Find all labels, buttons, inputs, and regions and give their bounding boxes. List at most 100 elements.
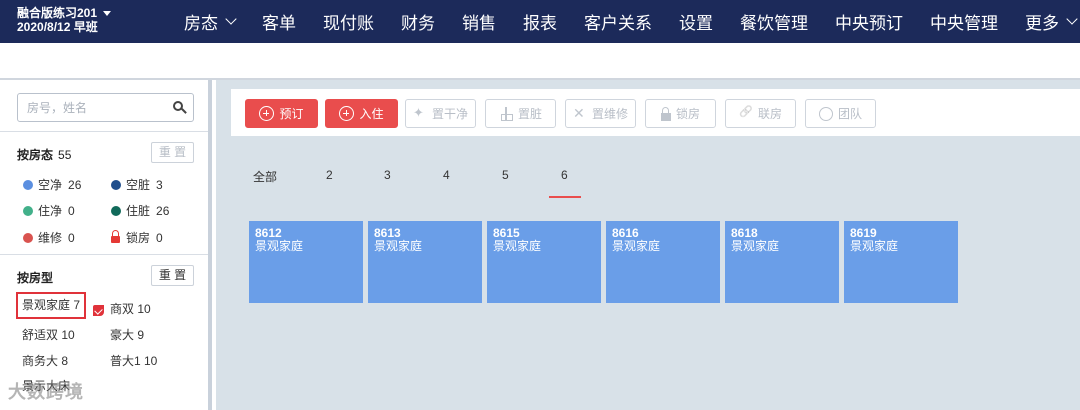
status-label: 住脏	[126, 204, 151, 218]
toolbar-button[interactable]: 团队	[805, 99, 876, 128]
toolbar-button-label: 置干净	[431, 107, 468, 121]
room-type-filter-item[interactable]: 景观家庭 7	[16, 292, 87, 319]
active-tab-indicator	[549, 196, 581, 198]
nav-item[interactable]: 现付账	[323, 9, 374, 34]
watermark: 大数跨境	[8, 382, 84, 402]
sub-header-band	[0, 43, 1080, 80]
toolbar-button-label: 锁房	[675, 107, 700, 121]
nav-item-label: 报表	[523, 14, 557, 33]
room-type-filter-item[interactable]: 商双 10	[110, 300, 151, 317]
nav-item[interactable]: 餐饮管理	[740, 9, 808, 34]
nav-item[interactable]: 报表	[523, 9, 557, 34]
nav-item[interactable]: 中央管理	[930, 9, 998, 34]
room-type: 景观家庭	[731, 239, 780, 253]
nav-item[interactable]: 销售	[462, 9, 496, 34]
nav-item[interactable]: 房态	[184, 9, 237, 34]
toolbar-button[interactable]: 置维修	[565, 99, 636, 128]
status-filter-item[interactable]: 空净 26	[23, 176, 81, 193]
nav-item[interactable]: 客户关系	[584, 9, 652, 34]
sparkle-icon	[413, 105, 427, 121]
room-type-filter-item[interactable]: 豪大 9	[110, 326, 144, 343]
nav-item[interactable]: 更多	[1025, 9, 1078, 34]
floor-tab[interactable]: 2	[326, 168, 333, 182]
toolbar-button[interactable]: 锁房	[645, 99, 716, 128]
search-input[interactable]	[18, 94, 158, 121]
status-dot-icon	[23, 205, 33, 216]
toolbar-button[interactable]: 置干净	[405, 99, 476, 128]
floor-tab[interactable]: 5	[502, 168, 509, 182]
floor-tab[interactable]: 3	[384, 168, 391, 182]
chevron-down-icon	[225, 13, 237, 25]
status-label: 空脏	[126, 178, 151, 192]
room-type: 景观家庭	[493, 239, 542, 253]
room-search-box[interactable]	[17, 93, 194, 122]
room-card[interactable]: 8618 景观家庭	[725, 221, 839, 303]
nav-item-label: 中央管理	[930, 14, 998, 33]
nav-item-label: 客单	[262, 14, 296, 33]
room-status-main: 预订 入住 置干净 置脏 置维修 锁房 联房 团队 全部 2 3 4 5 6 8612景观家庭8613景…	[216, 80, 1080, 410]
room-card[interactable]: 8613 景观家庭	[368, 221, 482, 303]
status-filter-label: 按房态	[17, 148, 54, 162]
status-dot-icon	[23, 179, 33, 190]
toolbar-button-label: 团队	[837, 107, 862, 121]
room-type: 景观家庭	[255, 239, 304, 253]
toolbar-button-label: 置脏	[517, 107, 542, 121]
floor-tab[interactable]: 4	[443, 168, 450, 182]
nav-item[interactable]: 中央预订	[835, 9, 903, 34]
status-filter-item[interactable]: 维修 0	[23, 229, 75, 246]
status-filter-item[interactable]: 住脏 26	[111, 202, 169, 219]
room-type-filter-item[interactable]: 舒适双 10	[22, 326, 75, 343]
divider	[0, 254, 208, 255]
tools-icon	[573, 105, 587, 122]
nav-item[interactable]: 客单	[262, 9, 296, 34]
floor-tab[interactable]: 6	[561, 168, 568, 182]
toolbar-button[interactable]: 联房	[725, 99, 796, 128]
room-type: 景观家庭	[374, 239, 423, 253]
status-filter-item[interactable]: 锁房 0	[111, 229, 163, 246]
nav-item-label: 现付账	[323, 14, 374, 33]
type-filter-title: 按房型	[17, 271, 54, 285]
status-label: 空净	[38, 178, 63, 192]
top-nav-bar: 融合版练习201 2020/8/12 早班 房态 客单 现付账 财务 销售 报表 客户关系 设…	[0, 0, 1080, 43]
search-icon[interactable]	[173, 101, 183, 111]
status-filter-item[interactable]: 住净 0	[23, 202, 75, 219]
nav-item[interactable]: 财务	[401, 9, 435, 34]
circle-plus-icon	[259, 106, 275, 121]
room-card[interactable]: 8616 景观家庭	[606, 221, 720, 303]
link-icon	[739, 107, 753, 121]
room-card[interactable]: 8619 景观家庭	[844, 221, 958, 303]
nav-item-label: 财务	[401, 14, 435, 33]
status-count: 3	[156, 177, 163, 192]
nav-item-label: 销售	[462, 14, 496, 33]
broom-icon	[500, 106, 513, 121]
room-card[interactable]: 8615 景观家庭	[487, 221, 601, 303]
hotel-selector[interactable]: 融合版练习201 2020/8/12 早班	[17, 6, 112, 34]
nav-item-label: 餐饮管理	[740, 14, 808, 33]
status-filter-item[interactable]: 空脏 3	[111, 176, 163, 193]
action-toolbar: 预订 入住 置干净 置脏 置维修 锁房 联房 团队	[231, 89, 1080, 136]
toolbar-button-label: 预订	[279, 107, 304, 121]
room-type-filter-item[interactable]: 商务大 8	[22, 352, 68, 369]
room-type: 景观家庭	[612, 239, 661, 253]
toolbar-button[interactable]: 入住	[325, 99, 398, 128]
floor-tab[interactable]: 全部	[253, 168, 277, 185]
status-count: 26	[156, 203, 170, 218]
toolbar-button[interactable]: 预订	[245, 99, 318, 128]
nav-item-label: 更多	[1025, 14, 1059, 33]
nav-item[interactable]: 设置	[679, 9, 713, 34]
room-type: 景观家庭	[850, 239, 899, 253]
status-dot-icon	[111, 179, 121, 190]
room-card[interactable]: 8612 景观家庭	[249, 221, 363, 303]
status-reset-button[interactable]: 重 置	[151, 142, 194, 163]
nav-item-label: 房态	[184, 14, 218, 33]
status-filter-title: 按房态 55	[17, 146, 71, 163]
toolbar-button[interactable]: 置脏	[485, 99, 556, 128]
room-type-filter-item[interactable]: 普大1 10	[110, 352, 157, 369]
status-count: 0	[68, 230, 75, 245]
selected-check-icon	[93, 305, 104, 316]
team-icon	[818, 106, 833, 121]
toolbar-button-label: 联房	[757, 107, 782, 121]
padlock-icon	[660, 106, 671, 121]
circle-plus-icon	[339, 106, 355, 121]
type-reset-button[interactable]: 重 置	[151, 265, 194, 286]
